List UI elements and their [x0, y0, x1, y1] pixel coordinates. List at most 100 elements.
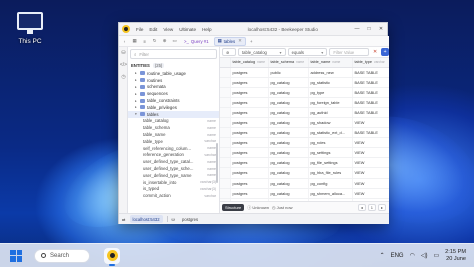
- column-item[interactable]: table_schema name: [128, 124, 219, 131]
- table-cell[interactable]: VIEW: [352, 117, 389, 129]
- entity-item[interactable]: ▾ tables: [128, 110, 219, 118]
- maximize-button[interactable]: □: [363, 26, 375, 32]
- column-header[interactable]: table_type varchar: [352, 58, 389, 68]
- table-cell[interactable]: pg_shadow: [308, 117, 353, 129]
- table-row[interactable]: postgres pg_catalog pg_hba_file_rules VIEW: [220, 167, 389, 179]
- table-cell[interactable]: pg_catalog: [268, 77, 309, 88]
- column-item[interactable]: reference_generation varchar: [128, 152, 219, 159]
- column-header[interactable]: table_name name: [308, 58, 353, 68]
- add-entity-icon[interactable]: ⊕: [160, 38, 169, 45]
- column-item[interactable]: is_insertable_into varchar(3): [128, 179, 219, 186]
- filter-mode-toggle[interactable]: ⊚: [222, 48, 236, 56]
- table-cell[interactable]: postgres: [230, 87, 269, 98]
- code-icon[interactable]: </>: [119, 59, 128, 71]
- table-cell[interactable]: address_new: [308, 67, 353, 78]
- table-cell[interactable]: pg_catalog: [268, 117, 309, 129]
- table-row[interactable]: postgres pg_catalog pg_type BASE TABLE: [220, 87, 389, 98]
- table-row[interactable]: postgres public address_new BASE TABLE: [220, 67, 389, 78]
- table-cell[interactable]: VIEW: [352, 167, 389, 179]
- column-item[interactable]: user_defined_type_name name: [128, 172, 219, 179]
- column-item[interactable]: table_type varchar: [128, 138, 219, 145]
- table-cell[interactable]: postgres: [230, 147, 269, 159]
- table-cell[interactable]: pg_authid: [308, 107, 353, 118]
- minimize-button[interactable]: —: [351, 26, 363, 32]
- table-cell[interactable]: postgres: [230, 77, 269, 88]
- table-row[interactable]: postgres pg_catalog pg_authid BASE TABLE: [220, 107, 389, 118]
- table-cell[interactable]: pg_catalog: [268, 167, 309, 179]
- table-cell[interactable]: VIEW: [352, 157, 389, 169]
- history-icon[interactable]: ◷: [119, 71, 128, 83]
- table-icon[interactable]: ▦: [130, 38, 139, 45]
- entity-item[interactable]: ▸ sequences: [128, 90, 219, 97]
- navigator-scrollbar[interactable]: [216, 143, 218, 183]
- table-cell[interactable]: postgres: [230, 127, 269, 139]
- column-header[interactable]: table_schema name: [268, 58, 309, 68]
- entity-item[interactable]: ▸ schemata: [128, 84, 219, 91]
- connection-name[interactable]: localhost:5432: [129, 215, 163, 223]
- filter-column-select[interactable]: table_catalog ▾: [237, 48, 286, 56]
- table-cell[interactable]: postgres: [230, 117, 269, 129]
- column-header[interactable]: table_catalog name: [230, 58, 269, 68]
- table-row[interactable]: postgres pg_catalog pg_file_settings VIEW: [220, 157, 389, 169]
- taskbar-app-beekeeper[interactable]: [104, 247, 120, 266]
- table-cell[interactable]: pg_roles: [308, 137, 353, 149]
- navigator-filter-input[interactable]: ⌕ Filter: [130, 49, 217, 59]
- entity-item[interactable]: ▸ table_privileges: [128, 104, 219, 111]
- column-item[interactable]: table_name name: [128, 131, 219, 138]
- start-button[interactable]: [10, 249, 22, 262]
- page-number[interactable]: 1: [367, 204, 376, 211]
- table-cell[interactable]: postgres: [230, 67, 269, 78]
- table-row[interactable]: postgres pg_catalog pg_statistic_ext_d... B…: [220, 127, 389, 139]
- entity-item[interactable]: ▸ table_constraints: [128, 97, 219, 104]
- clear-filter-button[interactable]: ✕: [371, 48, 379, 56]
- structure-button[interactable]: Structure: [222, 204, 245, 211]
- chevron-up-icon[interactable]: ⌃: [380, 252, 385, 259]
- table-cell[interactable]: postgres: [230, 157, 269, 169]
- table-row[interactable]: postgres pg_catalog pg_shadow VIEW: [220, 117, 389, 129]
- column-item[interactable]: is_typed varchar(3): [128, 186, 219, 193]
- table-cell[interactable]: postgres: [230, 107, 269, 118]
- column-item[interactable]: self_referencing_colum... name: [128, 145, 219, 152]
- database-icon[interactable]: ⛁: [119, 47, 128, 59]
- filter-icon[interactable]: ≡: [140, 38, 149, 45]
- table-cell[interactable]: BASE TABLE: [352, 107, 389, 118]
- table-row[interactable]: postgres pg_catalog pg_roles VIEW: [220, 137, 389, 149]
- tab-tables[interactable]: ▦ tables ✕: [213, 36, 246, 46]
- table-cell[interactable]: postgres: [230, 178, 269, 189]
- table-cell[interactable]: pg_catalog: [268, 97, 309, 108]
- table-cell[interactable]: pg_catalog: [268, 107, 309, 118]
- clock[interactable]: 2:15 PM 20 June: [445, 249, 466, 262]
- table-cell[interactable]: BASE TABLE: [352, 87, 389, 98]
- column-item[interactable]: user_defined_type_sche... name: [128, 165, 219, 172]
- table-cell[interactable]: VIEW: [352, 178, 389, 189]
- table-cell[interactable]: pg_statistic: [308, 77, 353, 88]
- table-cell[interactable]: pg_config: [308, 178, 353, 189]
- table-cell[interactable]: VIEW: [352, 137, 389, 149]
- column-item[interactable]: table_catalog name: [128, 118, 219, 125]
- database-name[interactable]: postgres: [179, 215, 201, 223]
- table-cell[interactable]: pg_settings: [308, 147, 353, 159]
- table-cell[interactable]: pg_foreign_table: [308, 97, 353, 108]
- table-cell[interactable]: VIEW: [352, 147, 389, 159]
- table-cell[interactable]: pg_statistic_ext_d...: [308, 127, 353, 139]
- filter-operator-select[interactable]: equals ▾: [287, 48, 328, 56]
- menu-help[interactable]: Help: [199, 27, 214, 32]
- language-indicator[interactable]: ENG: [391, 253, 404, 259]
- table-cell[interactable]: pg_catalog: [268, 87, 309, 98]
- table-cell[interactable]: BASE TABLE: [352, 67, 389, 78]
- column-item[interactable]: user_defined_type_catal... name: [128, 158, 219, 165]
- table-cell[interactable]: pg_catalog: [268, 147, 309, 159]
- table-cell[interactable]: BASE TABLE: [352, 127, 389, 139]
- table-cell[interactable]: pg_catalog: [268, 127, 309, 139]
- back-icon[interactable]: ‹: [120, 38, 129, 45]
- table-cell[interactable]: BASE TABLE: [352, 97, 389, 108]
- column-item[interactable]: commit_action varchar: [128, 192, 219, 199]
- menu-file[interactable]: File: [133, 27, 146, 32]
- table-cell[interactable]: pg_catalog: [268, 188, 309, 199]
- table-cell[interactable]: postgres: [230, 188, 269, 199]
- prev-page-button[interactable]: ◂: [357, 204, 366, 211]
- entity-item[interactable]: ▸ routines: [128, 77, 219, 84]
- table-cell[interactable]: postgres: [230, 97, 269, 108]
- table-row[interactable]: postgres pg_catalog pg_config VIEW: [220, 178, 389, 189]
- table-cell[interactable]: pg_type: [308, 87, 353, 98]
